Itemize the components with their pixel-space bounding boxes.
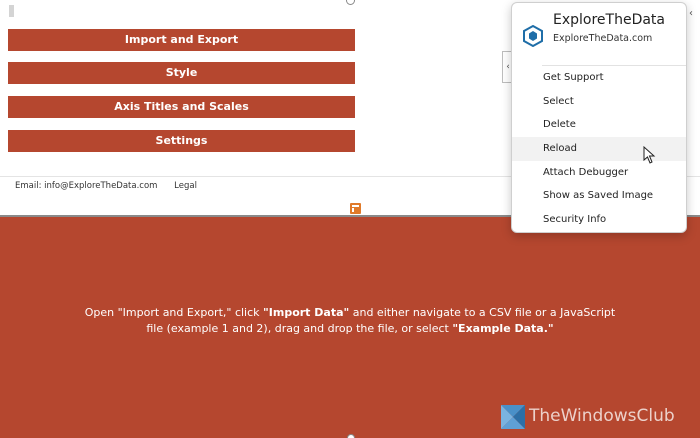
menu-item-get-support[interactable]: Get Support <box>512 66 686 90</box>
content-panel: Open "Import and Export," click "Import … <box>0 215 700 438</box>
windowsclub-logo-icon <box>501 405 525 429</box>
addin-title: ExploreTheData <box>553 12 665 28</box>
footer: Email: info@ExploreTheData.com Legal <box>15 181 211 191</box>
chevron-left-icon[interactable]: ‹ <box>689 8 693 19</box>
style-button[interactable]: Style <box>8 62 355 84</box>
import-export-button[interactable]: Import and Export <box>8 29 355 51</box>
settings-button[interactable]: Settings <box>8 130 355 152</box>
menu-item-select[interactable]: Select <box>512 90 686 114</box>
footer-legal-link[interactable]: Legal <box>174 181 197 191</box>
footer-email[interactable]: Email: info@ExploreTheData.com <box>15 181 157 191</box>
menu-item-attach-debugger[interactable]: Attach Debugger <box>512 161 686 185</box>
menu-item-delete[interactable]: Delete <box>512 113 686 137</box>
example-data-emphasis: "Example Data." <box>452 322 554 335</box>
menu-item-show-saved-image[interactable]: Show as Saved Image <box>512 184 686 208</box>
resize-handle[interactable] <box>9 5 14 17</box>
selection-handle-bottom[interactable] <box>347 434 355 438</box>
import-data-emphasis: "Import Data" <box>263 306 350 319</box>
app-window: Import and Export Style Axis Titles and … <box>0 0 700 438</box>
axis-titles-scales-button[interactable]: Axis Titles and Scales <box>8 96 355 118</box>
instructions-part-1: Open "Import and Export," click <box>84 306 264 319</box>
instructions-text: Open "Import and Export," click "Import … <box>80 305 620 337</box>
addin-subtitle: ExploreTheData.com <box>553 33 653 44</box>
selection-handle[interactable] <box>346 0 355 5</box>
watermark-text: TheWindowsClub <box>529 406 675 426</box>
layout-icon[interactable] <box>350 203 361 214</box>
addin-context-menu: ExploreTheData ExploreTheData.com Get Su… <box>511 2 687 233</box>
menu-item-security-info[interactable]: Security Info <box>512 208 686 232</box>
addin-hexagon-icon <box>523 25 543 47</box>
mouse-pointer-icon <box>643 146 656 164</box>
menu-item-reload[interactable]: Reload <box>512 137 686 161</box>
